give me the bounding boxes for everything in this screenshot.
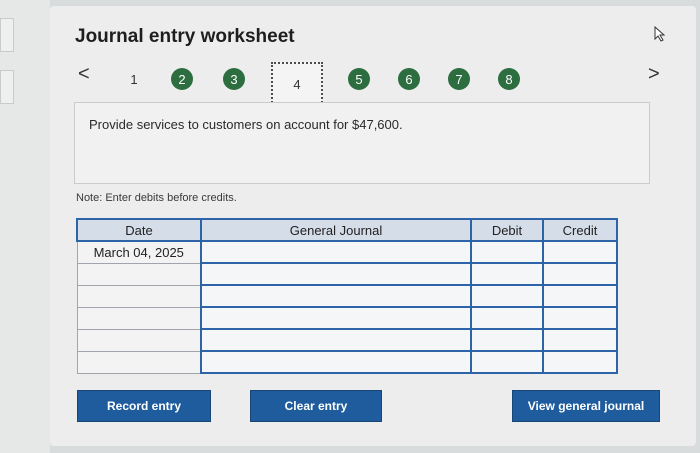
transaction-prompt: Provide services to customers on account… — [89, 117, 403, 132]
table-row — [76, 284, 618, 308]
date-column-header: Date — [76, 218, 202, 242]
account-input[interactable] — [200, 262, 472, 286]
step-7[interactable]: 7 — [448, 68, 470, 90]
credit-input[interactable] — [542, 306, 618, 330]
table-row — [76, 328, 618, 352]
credit-input[interactable] — [542, 240, 618, 264]
step-2[interactable]: 2 — [171, 68, 193, 90]
credit-input[interactable] — [542, 284, 618, 308]
table-row: March 04, 2025 — [76, 240, 618, 264]
account-input[interactable] — [200, 284, 472, 308]
date-cell[interactable] — [76, 328, 202, 352]
general-journal-column-header: General Journal — [200, 218, 472, 242]
table-row — [76, 262, 618, 286]
view-general-journal-button[interactable]: View general journal — [512, 390, 660, 422]
clear-entry-button[interactable]: Clear entry — [250, 390, 382, 422]
credit-input[interactable] — [542, 262, 618, 286]
instruction-note: Note: Enter debits before credits. — [76, 192, 237, 204]
prev-step-arrow[interactable]: < — [78, 64, 90, 84]
date-cell[interactable] — [76, 350, 202, 374]
account-input[interactable] — [200, 350, 472, 374]
page-title: Journal entry worksheet — [75, 26, 295, 47]
credit-column-header: Credit — [542, 218, 618, 242]
step-5[interactable]: 5 — [348, 68, 370, 90]
step-3[interactable]: 3 — [223, 68, 245, 90]
account-input[interactable] — [200, 240, 472, 264]
prompt-box: Provide services to customers on account… — [74, 102, 650, 184]
record-entry-button[interactable]: Record entry — [77, 390, 211, 422]
debit-input[interactable] — [470, 350, 544, 374]
account-input[interactable] — [200, 328, 472, 352]
account-input[interactable] — [200, 306, 472, 330]
step-4-current[interactable]: 4 — [271, 62, 323, 106]
date-cell[interactable] — [76, 306, 202, 330]
credit-input[interactable] — [542, 328, 618, 352]
cursor-icon — [654, 26, 666, 42]
debit-input[interactable] — [470, 306, 544, 330]
debit-input[interactable] — [470, 262, 544, 286]
debit-input[interactable] — [470, 240, 544, 264]
worksheet-panel: Journal entry worksheet < 1 2 3 4 5 6 7 … — [50, 6, 696, 446]
left-tab — [0, 70, 14, 104]
debit-input[interactable] — [470, 328, 544, 352]
journal-table: Date General Journal Debit Credit March … — [76, 218, 618, 374]
date-cell[interactable]: March 04, 2025 — [76, 240, 202, 264]
date-cell[interactable] — [76, 284, 202, 308]
step-6[interactable]: 6 — [398, 68, 420, 90]
debit-column-header: Debit — [470, 218, 544, 242]
table-row — [76, 350, 618, 374]
debit-input[interactable] — [470, 284, 544, 308]
step-1[interactable]: 1 — [123, 68, 145, 90]
date-cell[interactable] — [76, 262, 202, 286]
table-row — [76, 306, 618, 330]
left-edge-strip — [0, 0, 50, 453]
step-8[interactable]: 8 — [498, 68, 520, 90]
left-tab — [0, 18, 14, 52]
credit-input[interactable] — [542, 350, 618, 374]
next-step-arrow[interactable]: > — [648, 64, 660, 84]
